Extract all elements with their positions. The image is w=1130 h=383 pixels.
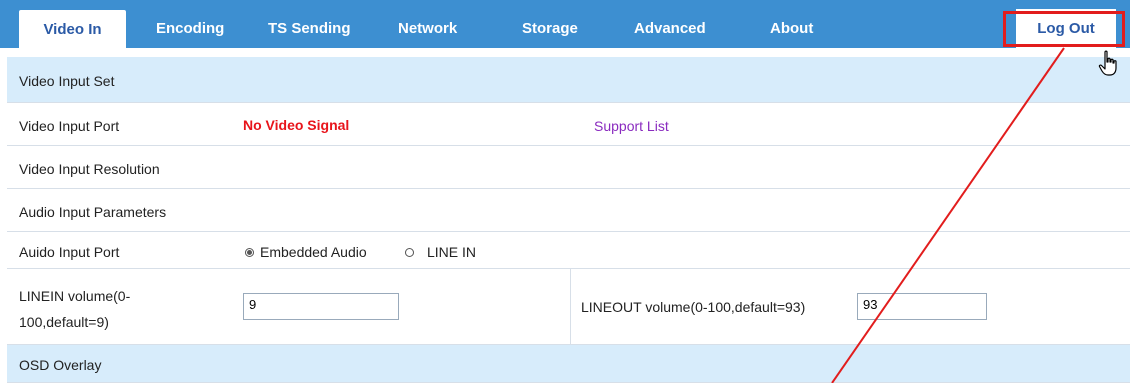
tab-advanced[interactable]: Advanced (634, 20, 706, 37)
audio-input-parameters-label: Audio Input Parameters (19, 204, 167, 220)
tab-network[interactable]: Network (398, 20, 457, 37)
row-audio-input-parameters: Audio Input Parameters (7, 189, 1130, 232)
section-video-input-set: Video Input Set (7, 57, 1130, 103)
no-video-signal-status: No Video Signal (243, 117, 350, 133)
hand-pointer-icon (1098, 50, 1117, 76)
embedded-audio-label: Embedded Audio (260, 244, 367, 260)
row-video-input-port: Video Input Port No Video Signal Support… (7, 103, 1130, 146)
section-title: Video Input Set (19, 73, 115, 89)
radio-checked-icon[interactable] (245, 248, 254, 257)
tab-video-in[interactable]: Video In (19, 10, 126, 48)
section-osd-overlay: OSD Overlay (7, 345, 1130, 383)
row-video-input-resolution: Video Input Resolution (7, 146, 1130, 189)
logout-highlight-box (1003, 11, 1125, 47)
radio-unchecked-icon[interactable] (405, 248, 414, 257)
audio-input-port-label: Auido Input Port (19, 244, 120, 260)
support-list-link[interactable]: Support List (594, 118, 669, 134)
tab-storage[interactable]: Storage (522, 20, 578, 37)
embedded-audio-radio[interactable]: Embedded Audio (245, 244, 367, 260)
row-audio-input-port: Auido Input Port Embedded Audio LINE IN (7, 232, 1130, 269)
tab-about[interactable]: About (770, 20, 813, 37)
lineout-volume-input[interactable]: 93 (857, 293, 987, 320)
row-volume: LINEIN volume(0- 100,default=9) 9 LINEOU… (7, 269, 1130, 345)
linein-volume-label-line1: LINEIN volume(0- (19, 288, 131, 304)
tab-ts-sending[interactable]: TS Sending (268, 20, 351, 37)
section-title: OSD Overlay (19, 357, 102, 373)
video-input-resolution-label: Video Input Resolution (19, 161, 160, 177)
line-in-radio[interactable]: LINE IN (405, 244, 476, 260)
tab-encoding[interactable]: Encoding (156, 20, 224, 37)
lineout-volume-label: LINEOUT volume(0-100,default=93) (581, 299, 806, 315)
column-divider (570, 269, 571, 345)
linein-volume-label: LINEIN volume(0- 100,default=9) (19, 283, 130, 335)
linein-volume-label-line2: 100,default=9) (19, 314, 109, 330)
video-input-port-label: Video Input Port (19, 118, 120, 134)
line-in-label: LINE IN (427, 244, 477, 260)
linein-volume-input[interactable]: 9 (243, 293, 399, 320)
